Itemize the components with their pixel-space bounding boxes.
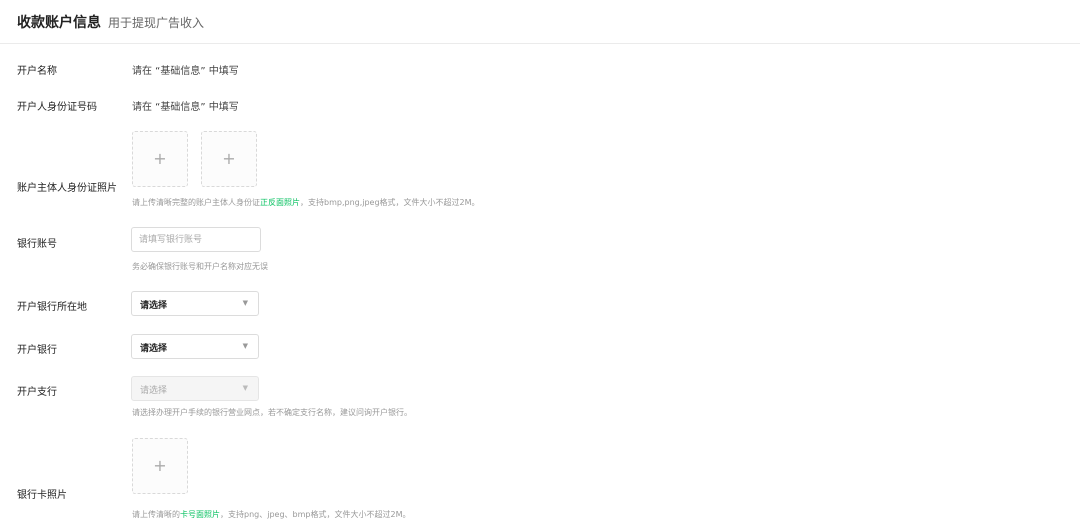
caret-down-icon: ▼ bbox=[242, 342, 248, 350]
id-photo-hint-suffix: ，支持bmp,png,jpeg格式，文件大小不超过2M。 bbox=[300, 198, 480, 207]
branch-select[interactable]: 请选择 ▼ bbox=[131, 376, 259, 401]
card-photo-hint: 请上传清晰的卡号面照片，支持png、jpeg、bmp格式，文件大小不超过2M。 bbox=[132, 509, 410, 520]
id-number-label: 开户人身份证号码 bbox=[17, 102, 97, 113]
card-photo-hint-suffix: ，支持png、jpeg、bmp格式，文件大小不超过2M。 bbox=[220, 510, 411, 519]
bank-location-label: 开户银行所在地 bbox=[17, 302, 87, 313]
branch-hint: 请选择办理开户手续的银行营业网点，若不确定支行名称，建议问询开户银行。 bbox=[132, 408, 412, 417]
id-photo-label: 账户主体人身份证照片 bbox=[17, 183, 117, 194]
card-photo-hint-prefix: 请上传清晰的 bbox=[132, 510, 180, 519]
bank-account-hint: 务必确保银行账号和开户名称对应无误 bbox=[132, 262, 268, 271]
card-photo-hint-highlight: 卡号面照片 bbox=[180, 510, 220, 519]
plus-icon: + bbox=[153, 149, 167, 168]
id-photo-front-upload[interactable]: + bbox=[132, 131, 188, 187]
page-header: 收款账户信息 用于提现广告收入 bbox=[0, 0, 1080, 44]
plus-icon: + bbox=[153, 456, 167, 475]
bank-selected: 请选择 bbox=[140, 344, 168, 354]
card-photo-upload[interactable]: + bbox=[132, 438, 188, 494]
bank-location-select[interactable]: 请选择 ▼ bbox=[131, 291, 259, 316]
card-photo-label: 银行卡照片 bbox=[17, 490, 67, 501]
id-number-value: 请在 “基础信息” 中填写 bbox=[132, 102, 239, 113]
page-subtitle: 用于提现广告收入 bbox=[108, 16, 205, 30]
plus-icon: + bbox=[222, 149, 236, 168]
id-photo-hint: 请上传清晰完整的账户主体人身份证正反面照片，支持bmp,png,jpeg格式，文… bbox=[132, 197, 480, 208]
id-photo-hint-highlight: 正反面照片 bbox=[260, 198, 300, 207]
id-photo-hint-prefix: 请上传清晰完整的账户主体人身份证 bbox=[132, 198, 260, 207]
branch-label: 开户支行 bbox=[17, 387, 57, 398]
branch-selected: 请选择 bbox=[140, 386, 168, 396]
bank-label: 开户银行 bbox=[17, 345, 57, 356]
bank-location-selected: 请选择 bbox=[140, 301, 168, 311]
caret-down-icon: ▼ bbox=[242, 384, 248, 392]
page-title: 收款账户信息 bbox=[17, 15, 101, 31]
account-name-value: 请在 “基础信息” 中填写 bbox=[132, 66, 239, 77]
id-photo-back-upload[interactable]: + bbox=[201, 131, 257, 187]
bank-select[interactable]: 请选择 ▼ bbox=[131, 334, 259, 359]
caret-down-icon: ▼ bbox=[242, 299, 248, 307]
bank-account-label: 银行账号 bbox=[17, 239, 57, 250]
bank-account-input[interactable] bbox=[131, 227, 261, 252]
account-name-label: 开户名称 bbox=[17, 66, 57, 77]
